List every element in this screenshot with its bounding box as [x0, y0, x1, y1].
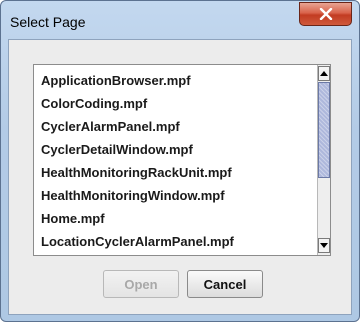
triangle-down-icon	[320, 243, 328, 248]
list-item[interactable]: Home.mpf	[41, 211, 105, 226]
list-item[interactable]: HealthMonitoringWindow.mpf	[41, 188, 225, 203]
dialog-title: Select Page	[10, 14, 86, 30]
vertical-scrollbar[interactable]	[317, 65, 330, 255]
list-item[interactable]: ApplicationBrowser.mpf	[41, 73, 191, 88]
list-item[interactable]: LocationCyclerAlarmPanel.mpf	[41, 234, 234, 249]
scroll-thumb[interactable]	[318, 82, 330, 178]
select-page-dialog: Select Page ApplicationBrowser.mpf Color…	[0, 0, 360, 322]
page-list[interactable]: ApplicationBrowser.mpf ColorCoding.mpf C…	[33, 64, 331, 256]
cancel-button[interactable]: Cancel	[187, 270, 263, 298]
scroll-up-button[interactable]	[318, 66, 330, 81]
page-list-items: ApplicationBrowser.mpf ColorCoding.mpf C…	[34, 65, 317, 255]
title-bar[interactable]: Select Page	[1, 1, 359, 39]
open-button[interactable]: Open	[103, 270, 179, 298]
close-button[interactable]	[299, 2, 352, 26]
scroll-down-button[interactable]	[318, 238, 330, 253]
list-item[interactable]: CyclerDetailWindow.mpf	[41, 142, 193, 157]
dialog-content: ApplicationBrowser.mpf ColorCoding.mpf C…	[8, 39, 352, 315]
list-item[interactable]: ColorCoding.mpf	[41, 96, 147, 111]
triangle-up-icon	[320, 71, 328, 76]
list-item[interactable]: HealthMonitoringRackUnit.mpf	[41, 165, 232, 180]
list-item[interactable]: CyclerAlarmPanel.mpf	[41, 119, 180, 134]
close-x-icon	[319, 8, 332, 20]
